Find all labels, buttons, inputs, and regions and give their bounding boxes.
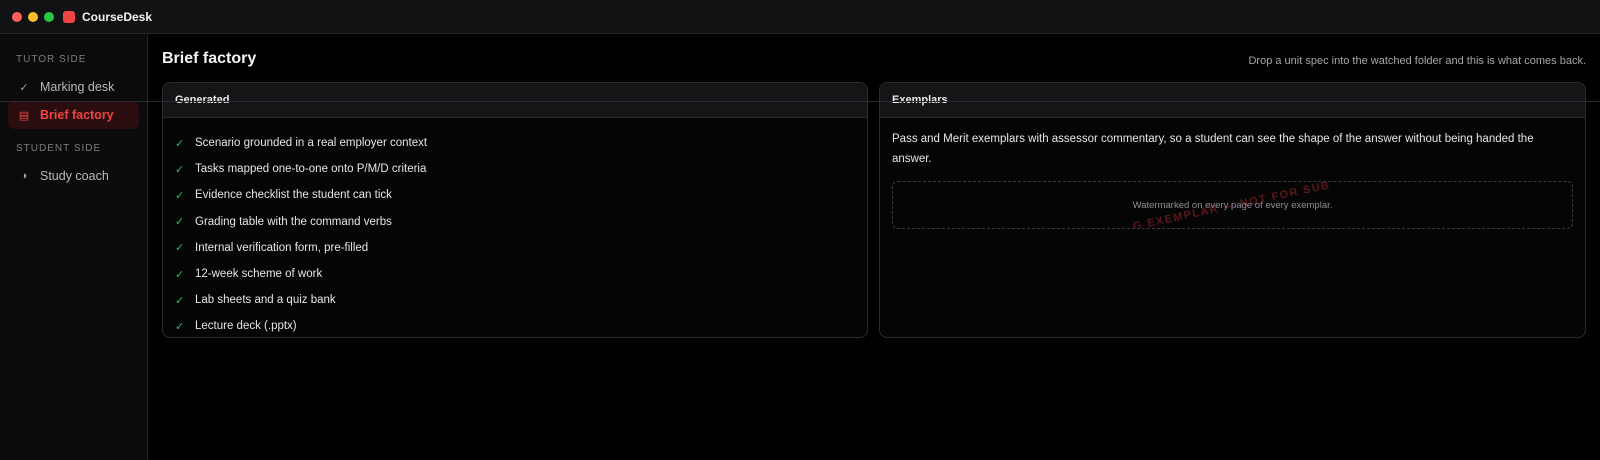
check-icon: ✓ <box>175 268 185 281</box>
sidebar-item-label: Marking desk <box>40 80 115 94</box>
check-icon: ✓ <box>175 294 185 307</box>
check-icon: ✓ <box>175 137 185 150</box>
generated-card: Generated ✓ Scenario grounded in a real e… <box>162 82 868 338</box>
sidebar-item-brief-factory[interactable]: ▤ Brief factory <box>8 101 139 129</box>
title-bar: CourseDesk <box>0 0 1600 34</box>
sidebar-section-label-student: STUDENT SIDE <box>16 143 102 154</box>
list-item-label: Tasks mapped one-to-one onto P/M/D crite… <box>195 163 427 176</box>
square-icon: ▤ <box>18 109 30 122</box>
sidebar-item-study-coach[interactable]: ◑ Study coach <box>8 162 139 190</box>
list-item-label: Lab sheets and a quiz bank <box>195 294 336 307</box>
sidebar: TUTOR SIDE ✓ Marking desk ▤ Brief factor… <box>0 34 148 460</box>
zoom-window-button[interactable] <box>44 11 54 22</box>
generated-list: ✓ Scenario grounded in a real employer co… <box>163 118 867 337</box>
close-window-button[interactable] <box>12 11 22 22</box>
list-item: ✓ Scenario grounded in a real employer co… <box>175 130 855 156</box>
list-item-label: Evidence checklist the student can tick <box>195 189 392 202</box>
page-title: Brief factory <box>162 50 257 67</box>
watermark-note: Watermarked on every page of every exemp… <box>1132 199 1333 211</box>
exemplars-description: Pass and Merit exemplars with assessor c… <box>892 133 1534 165</box>
main-content: Brief factory Drop a unit spec into the … <box>162 34 1586 460</box>
sidebar-item-label: Brief factory <box>40 108 114 122</box>
check-icon: ✓ <box>175 163 185 176</box>
list-item: ✓ Tasks mapped one-to-one onto P/M/D crit… <box>175 156 855 182</box>
page-hint: Drop a unit spec into the watched folder… <box>1248 55 1586 67</box>
check-icon: ✓ <box>175 216 185 229</box>
list-item: ✓ Evidence checklist the student can tick <box>175 182 855 208</box>
watermark-preview: G EXEMPLAR — NOT FOR SUB Watermarked on … <box>892 181 1573 229</box>
minimize-window-button[interactable] <box>28 11 38 22</box>
list-item: ✓ Internal verification form, pre-filled <box>175 235 855 261</box>
check-icon: ✓ <box>175 242 185 255</box>
list-item: ✓ 12-week scheme of work <box>175 261 855 287</box>
half-circle-icon: ◑ <box>20 170 28 182</box>
list-item-label: Internal verification form, pre-filled <box>195 241 369 254</box>
exemplars-card: Exemplars Pass and Merit exemplars with … <box>879 82 1586 338</box>
list-item: ✓ Grading table with the command verbs <box>175 209 855 235</box>
app-title: CourseDesk <box>82 9 153 24</box>
check-icon: ✓ <box>19 81 29 94</box>
sidebar-item-label: Study coach <box>40 169 109 183</box>
list-item: ✓ Lab sheets and a quiz bank <box>175 287 855 313</box>
list-item-label: Lecture deck (.pptx) <box>195 320 297 333</box>
sidebar-item-marking-desk[interactable]: ✓ Marking desk <box>8 73 139 101</box>
list-item-label: 12-week scheme of work <box>195 268 323 281</box>
list-item-label: Grading table with the command verbs <box>195 215 392 228</box>
app-logo-icon <box>63 10 75 23</box>
check-icon: ✓ <box>175 189 185 202</box>
list-item: ✓ Lecture deck (.pptx) <box>175 313 855 337</box>
list-item-label: Scenario grounded in a real employer con… <box>195 137 428 150</box>
divider <box>0 101 1600 102</box>
check-icon: ✓ <box>175 320 185 333</box>
sidebar-section-label-tutor: TUTOR SIDE <box>16 54 87 65</box>
